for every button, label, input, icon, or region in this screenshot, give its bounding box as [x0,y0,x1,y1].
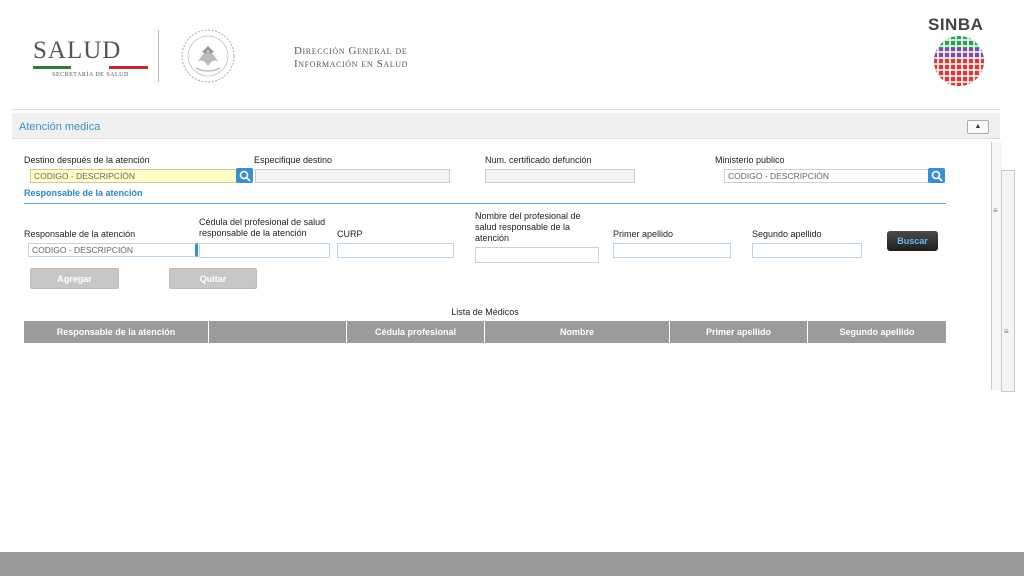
agregar-button[interactable]: Agregar [30,268,119,289]
responsable-input[interactable]: CODIGO - DESCRIPCIÓN [28,243,198,257]
cedula-label-line1: Cédula del profesional de salud [199,217,326,227]
num-cert-input[interactable] [485,169,635,183]
buscar-button[interactable]: Buscar [887,231,938,251]
column-header-empty[interactable] [209,321,347,343]
segundo-apellido-input[interactable] [752,243,862,258]
nombre-label-line1: Nombre del profesional de [475,211,581,221]
responsable-section-title: Responsable de la atención [24,188,143,198]
especifique-input[interactable] [255,169,450,183]
primer-apellido-input[interactable] [613,243,731,258]
column-header-primer-apellido[interactable]: Primer apellido [670,321,808,343]
especifique-label: Especifique destino [254,155,333,165]
column-header-nombre[interactable]: Nombre [485,321,670,343]
medicos-table-header: Responsable de la atención Cédula profes… [24,321,946,343]
curp-label: CURP [337,229,363,239]
nombre-label: Nombre del profesional de salud responsa… [475,211,581,244]
section-divider [24,203,946,204]
collapse-button[interactable]: ▲ [967,120,989,134]
quitar-button[interactable]: Quitar [169,268,257,289]
num-cert-label: Num. certificado defunción [485,155,592,165]
salud-logo-title: SALUD [33,37,122,64]
nombre-input[interactable] [475,247,599,263]
ministerio-search-button[interactable] [928,168,945,183]
salud-logo-rule [33,66,148,69]
cedula-label-line2: responsable de la atención [199,228,307,238]
ministerio-label: Ministerio publico [715,155,785,165]
scroll-grip-icon: ≡ [993,206,998,215]
page-scroll-grip-icon: ≡ [1004,327,1009,336]
sinba-title: SINBA [928,15,984,34]
page-scrollbar[interactable]: ≡ [1001,170,1015,392]
header-divider [158,30,159,82]
destino-input[interactable]: CODIGO - DESCRIPCIÓN [30,169,237,183]
nombre-label-line2: salud responsable de la [475,222,571,232]
lista-medicos-title: Lista de Médicos [451,307,519,317]
search-icon [239,170,251,182]
dgis-title: Dirección General de Información en Salu… [294,45,408,71]
column-header-responsable[interactable]: Responsable de la atención [24,321,209,343]
destino-label: Destino después de la atención [24,155,150,165]
segundo-apellido-label: Segundo apellido [752,229,822,239]
panel-title: Atención medica [19,121,101,133]
nombre-label-line3: atención [475,233,510,243]
ministerio-input[interactable]: CODIGO - DESCRIPCIÓN [724,169,929,183]
primer-apellido-label: Primer apellido [613,229,674,239]
national-seal-icon [180,28,236,84]
salud-logo: SALUD SECRETARÍA DE SALUD [33,38,148,78]
salud-logo-subtitle: SECRETARÍA DE SALUD [52,72,129,78]
column-header-segundo-apellido[interactable]: Segundo apellido [808,321,946,343]
cedula-label: Cédula del profesional de salud responsa… [199,217,325,239]
responsable-label: Responsable de la atención [24,229,136,239]
dgis-title-line2: Información en Salud [294,58,408,70]
search-icon [931,170,943,182]
curp-input[interactable] [337,243,454,258]
column-header-cedula[interactable]: Cédula profesional [347,321,485,343]
panel-header [12,113,1000,139]
cedula-input[interactable] [199,243,330,258]
sinba-globe-icon [932,34,986,88]
dgis-title-line1: Dirección General de [294,45,408,57]
destino-search-button[interactable] [236,168,253,183]
footer-bar [0,552,1024,576]
